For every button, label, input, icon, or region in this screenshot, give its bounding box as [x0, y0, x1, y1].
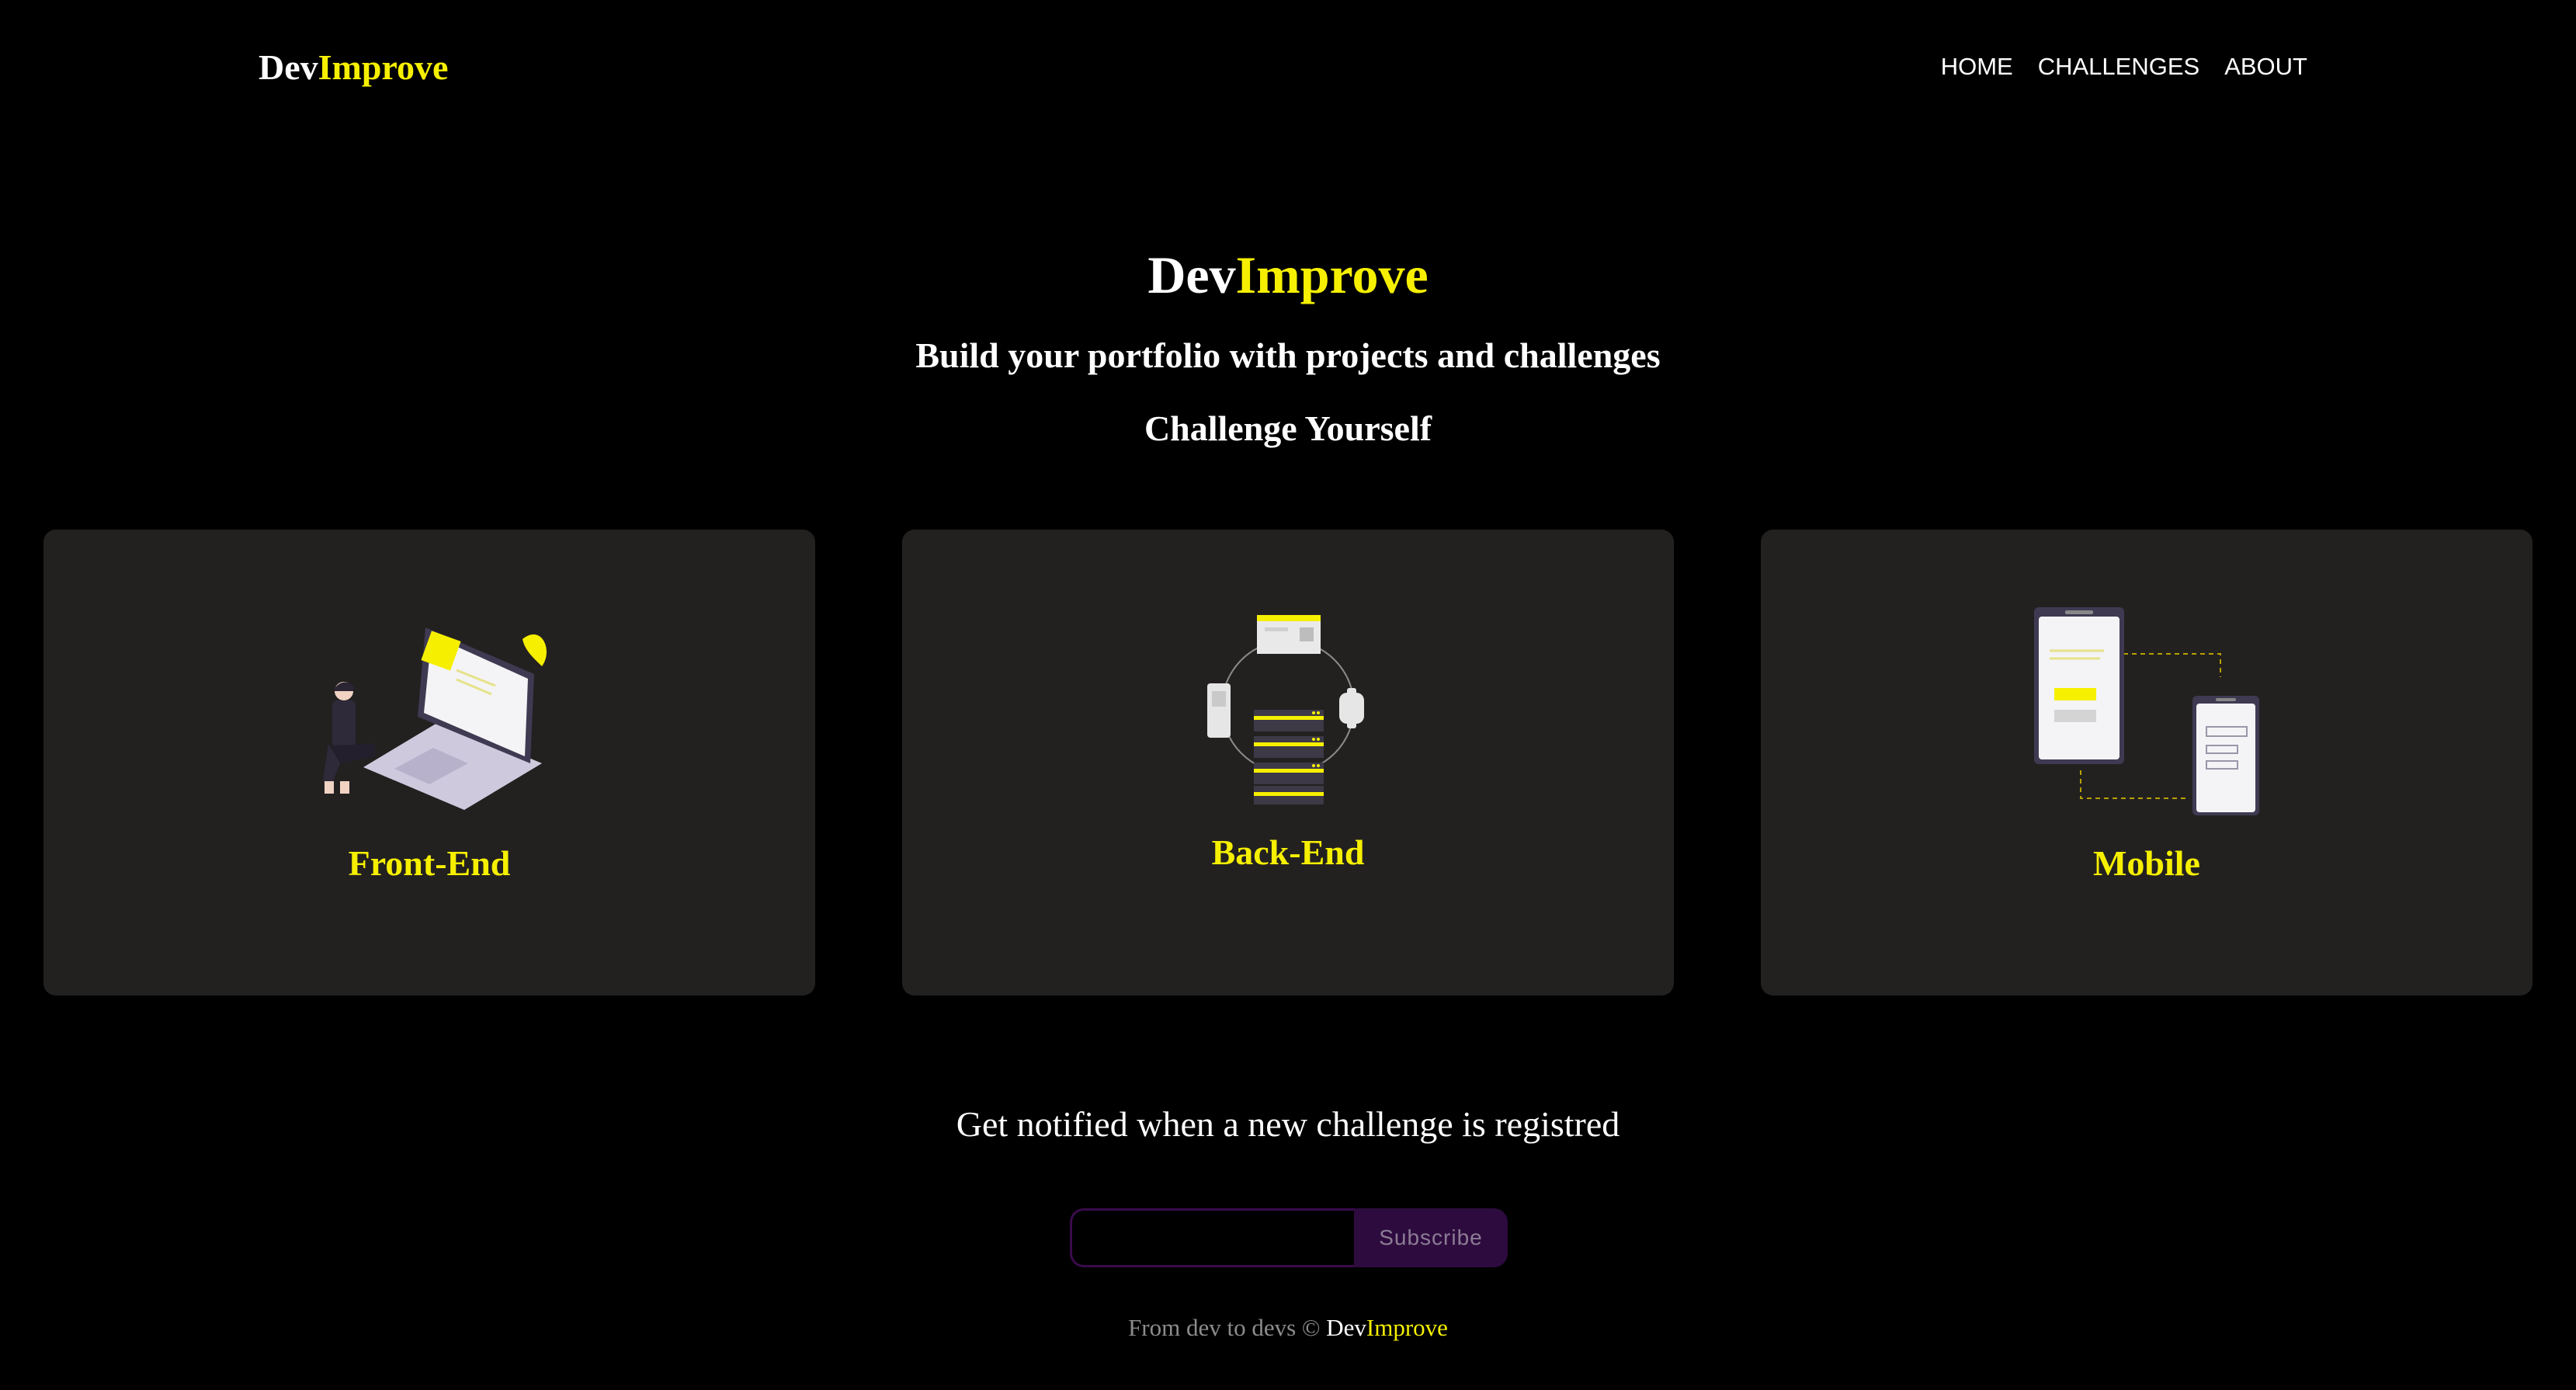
footer: From dev to devs © DevImprove: [0, 1312, 2576, 1343]
brand-dev: Dev: [259, 47, 318, 87]
nav-home[interactable]: HOME: [1941, 51, 2013, 82]
card-back-end[interactable]: Back-End: [902, 530, 1674, 996]
main-nav: HOME CHALLENGES ABOUT: [1941, 51, 2307, 82]
email-input[interactable]: [1070, 1208, 1354, 1267]
brand-logo[interactable]: DevImprove: [259, 47, 448, 89]
laptop-person-illustration: [43, 604, 815, 814]
card-label-back-end: Back-End: [1211, 832, 1365, 872]
footer-text: From dev to devs ©: [1128, 1314, 1327, 1341]
card-front-end[interactable]: Front-End: [43, 530, 815, 996]
hero-title-improve: Improve: [1235, 245, 1429, 304]
brand-improve: Improve: [318, 47, 449, 87]
footer-brand-improve: Improve: [1366, 1314, 1448, 1341]
subscribe-button[interactable]: Subscribe: [1354, 1208, 1508, 1267]
footer-brand-dev: Dev: [1326, 1314, 1366, 1341]
card-label-front-end: Front-End: [348, 843, 511, 883]
hero-title: DevImprove: [0, 244, 2576, 306]
card-mobile[interactable]: Mobile: [1761, 530, 2533, 996]
hero-title-dev: Dev: [1147, 245, 1236, 304]
server-network-illustration: [902, 613, 1674, 808]
card-label-mobile: Mobile: [2093, 843, 2200, 883]
subscribe-form: Subscribe: [1070, 1208, 1508, 1267]
hero-subtitle: Build your portfolio with projects and c…: [915, 335, 1661, 375]
notify-text: Get notified when a new challenge is reg…: [956, 1104, 1620, 1144]
phones-illustration: [1761, 607, 2533, 817]
nav-challenges[interactable]: CHALLENGES: [2038, 51, 2199, 82]
nav-about[interactable]: ABOUT: [2224, 51, 2307, 82]
hero-cta: Challenge Yourself: [1144, 408, 1432, 448]
